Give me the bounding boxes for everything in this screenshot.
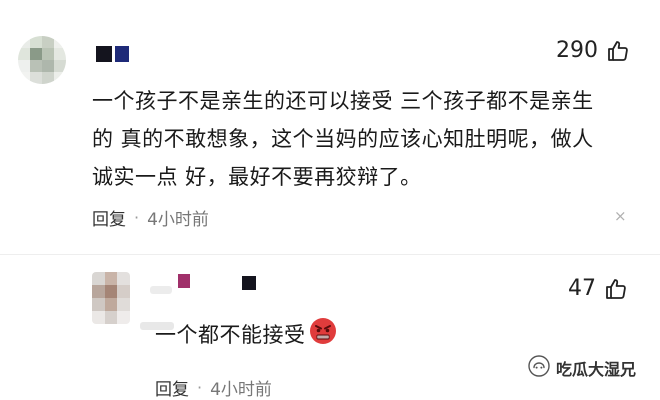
redacted-mark xyxy=(150,286,172,294)
like-count: 47 xyxy=(568,276,596,301)
reply-avatar[interactable] xyxy=(92,272,130,324)
comment-line: 一个孩子不是亲生的还可以接受 三个孩子都不是亲生 xyxy=(92,89,594,113)
commenter-avatar[interactable] xyxy=(18,36,66,84)
comment-text: 一个孩子不是亲生的还可以接受 三个孩子都不是亲生 的 真的不敢想象，这个当妈的应… xyxy=(92,82,612,196)
thumb-up-icon[interactable] xyxy=(606,39,630,63)
close-icon[interactable]: × xyxy=(614,207,627,225)
reply-username[interactable] xyxy=(178,274,190,288)
reply-username-mosaic xyxy=(242,276,256,290)
separator-dot: · xyxy=(197,378,203,397)
commenter-username[interactable] xyxy=(96,46,129,62)
like-count: 290 xyxy=(556,38,598,63)
wechat-official-account-icon xyxy=(528,355,550,381)
watermark: 吃瓜大湿兄 xyxy=(528,355,636,381)
comment-line: 诚实一点 好，最好不要再狡辩了。 xyxy=(92,165,422,189)
angry-face-emoji-icon xyxy=(308,316,338,351)
divider xyxy=(0,254,660,255)
like-count-group[interactable]: 47 xyxy=(568,276,628,301)
reply-button[interactable]: 回复 xyxy=(92,205,126,230)
watermark-text: 吃瓜大湿兄 xyxy=(556,360,637,379)
comment-line: 的 真的不敢想象，这个当妈的应该心知肚明呢，做人 xyxy=(92,127,594,151)
reply-meta: 回复 · 4小时前 xyxy=(155,375,272,400)
timestamp: 4小时前 xyxy=(210,380,272,400)
thumb-up-icon[interactable] xyxy=(604,277,628,301)
reply-text: 一个都不能接受 xyxy=(155,322,306,347)
timestamp: 4小时前 xyxy=(147,210,209,230)
comment-meta: 回复 · 4小时前 xyxy=(92,205,209,230)
reply-button[interactable]: 回复 xyxy=(155,375,189,400)
like-count-group[interactable]: 290 xyxy=(556,38,630,63)
reply-text-row: 一个都不能接受 xyxy=(155,316,338,351)
separator-dot: · xyxy=(134,208,140,227)
